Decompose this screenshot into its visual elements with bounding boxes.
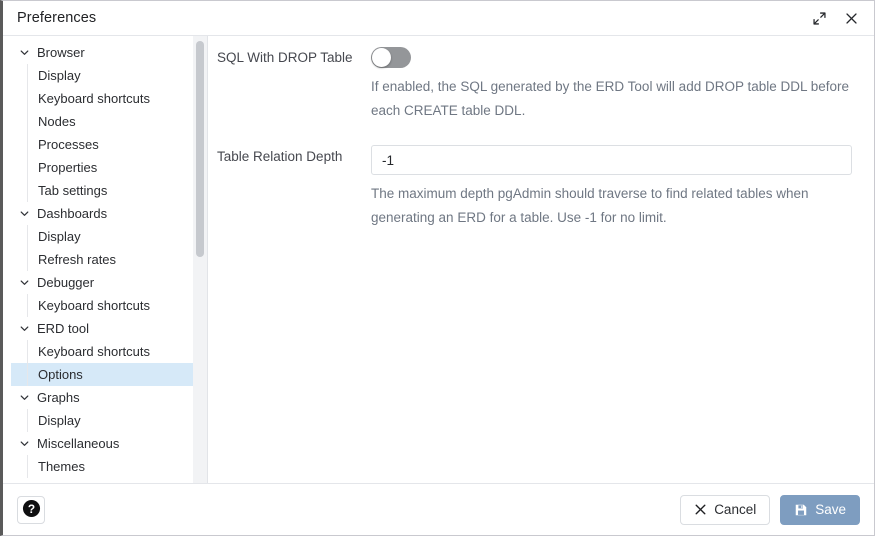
tree-group-graphs[interactable]: Graphs [11, 386, 207, 409]
dialog-body: Browser Display Keyboard shortcuts Nodes… [3, 36, 874, 484]
save-label: Save [815, 502, 846, 517]
tree-label: Display [38, 68, 81, 83]
close-button[interactable] [836, 4, 866, 32]
tree-label: Dashboards [37, 206, 108, 221]
preferences-tree: Browser Display Keyboard shortcuts Nodes… [3, 41, 207, 478]
footer-actions: Cancel Save [680, 494, 860, 525]
sql-with-drop-table-toggle[interactable] [371, 47, 411, 68]
chevron-down-icon [17, 207, 31, 221]
titlebar-actions [804, 4, 874, 32]
toggle-knob [372, 48, 391, 67]
dialog-titlebar: Preferences [3, 1, 874, 36]
field-label: SQL With DROP Table [217, 50, 353, 65]
tree-item-debugger-keyboard-shortcuts[interactable]: Keyboard shortcuts [11, 294, 207, 317]
expand-button[interactable] [804, 4, 834, 32]
preferences-content: SQL With DROP Table If enabled, the SQL … [208, 36, 874, 484]
tree-group-debugger[interactable]: Debugger [11, 271, 207, 294]
field-help-text: If enabled, the SQL generated by the ERD… [371, 79, 850, 118]
tree-item-graphs-display[interactable]: Display [11, 409, 207, 432]
chevron-down-icon [17, 391, 31, 405]
help-button[interactable]: ? [17, 495, 45, 524]
chevron-down-icon [17, 437, 31, 451]
tree-label: ERD tool [37, 321, 90, 336]
close-icon [694, 503, 707, 516]
tree-label: Miscellaneous [37, 436, 120, 451]
tree-label: Debugger [37, 275, 95, 290]
tree-item-browser-processes[interactable]: Processes [11, 133, 207, 156]
tree-item-dashboards-display[interactable]: Display [11, 225, 207, 248]
tree-group-browser[interactable]: Browser [11, 41, 207, 64]
tree-item-browser-keyboard-shortcuts[interactable]: Keyboard shortcuts [11, 87, 207, 110]
tree-item-dashboards-refresh-rates[interactable]: Refresh rates [11, 248, 207, 271]
dialog-title: Preferences [17, 10, 97, 26]
field-label: Table Relation Depth [217, 149, 343, 164]
tree-label: Properties [38, 160, 98, 175]
tree-label: Keyboard shortcuts [38, 344, 151, 359]
tree-item-browser-display[interactable]: Display [11, 64, 207, 87]
sidebar-scrollbar-thumb[interactable] [196, 41, 204, 257]
tree-label: Themes [38, 459, 85, 474]
chevron-down-icon [17, 46, 31, 60]
chevron-down-icon [17, 322, 31, 336]
field-sql-with-drop-table: SQL With DROP Table If enabled, the SQL … [216, 46, 866, 123]
field-control: If enabled, the SQL generated by the ERD… [371, 46, 866, 123]
svg-text:?: ? [27, 501, 34, 515]
tree-label: Graphs [37, 390, 80, 405]
field-control: The maximum depth pgAdmin should travers… [371, 145, 866, 230]
dialog-footer: ? Cancel Save [3, 483, 874, 535]
field-table-relation-depth: Table Relation Depth The maximum depth p… [216, 145, 866, 230]
tree-label: Keyboard shortcuts [38, 91, 151, 106]
table-relation-depth-input[interactable] [371, 145, 852, 175]
sidebar-scrollbar[interactable] [193, 36, 207, 484]
preferences-sidebar: Browser Display Keyboard shortcuts Nodes… [3, 36, 207, 484]
tree-item-erd-keyboard-shortcuts[interactable]: Keyboard shortcuts [11, 340, 207, 363]
preferences-dialog: Preferences Browser Display Keyboard sho… [0, 0, 875, 536]
field-spacer [216, 123, 866, 145]
tree-group-erd-tool[interactable]: ERD tool [11, 317, 207, 340]
tree-group-dashboards[interactable]: Dashboards [11, 202, 207, 225]
tree-item-browser-properties[interactable]: Properties [11, 156, 207, 179]
tree-item-miscellaneous-themes[interactable]: Themes [11, 455, 207, 478]
close-icon [844, 11, 859, 26]
tree-group-miscellaneous[interactable]: Miscellaneous [11, 432, 207, 455]
tree-item-erd-options[interactable]: Options [11, 363, 207, 386]
cancel-button[interactable]: Cancel [680, 494, 771, 525]
field-help-text: The maximum depth pgAdmin should travers… [371, 186, 809, 225]
save-button[interactable]: Save [780, 494, 860, 525]
tree-label: Keyboard shortcuts [38, 298, 151, 313]
tree-label: Processes [38, 137, 99, 152]
tree-label: Tab settings [38, 183, 108, 198]
tree-label: Nodes [38, 114, 76, 129]
chevron-down-icon [17, 276, 31, 290]
tree-label: Display [38, 229, 81, 244]
save-disk-icon [794, 503, 808, 517]
tree-label: Options [38, 367, 83, 382]
tree-item-browser-tab-settings[interactable]: Tab settings [11, 179, 207, 202]
tree-label: Display [38, 413, 81, 428]
cancel-label: Cancel [714, 502, 757, 517]
tree-label: Refresh rates [38, 252, 117, 267]
expand-icon [812, 11, 827, 26]
tree-label: Browser [37, 45, 85, 60]
question-mark-icon: ? [22, 499, 41, 521]
tree-item-browser-nodes[interactable]: Nodes [11, 110, 207, 133]
